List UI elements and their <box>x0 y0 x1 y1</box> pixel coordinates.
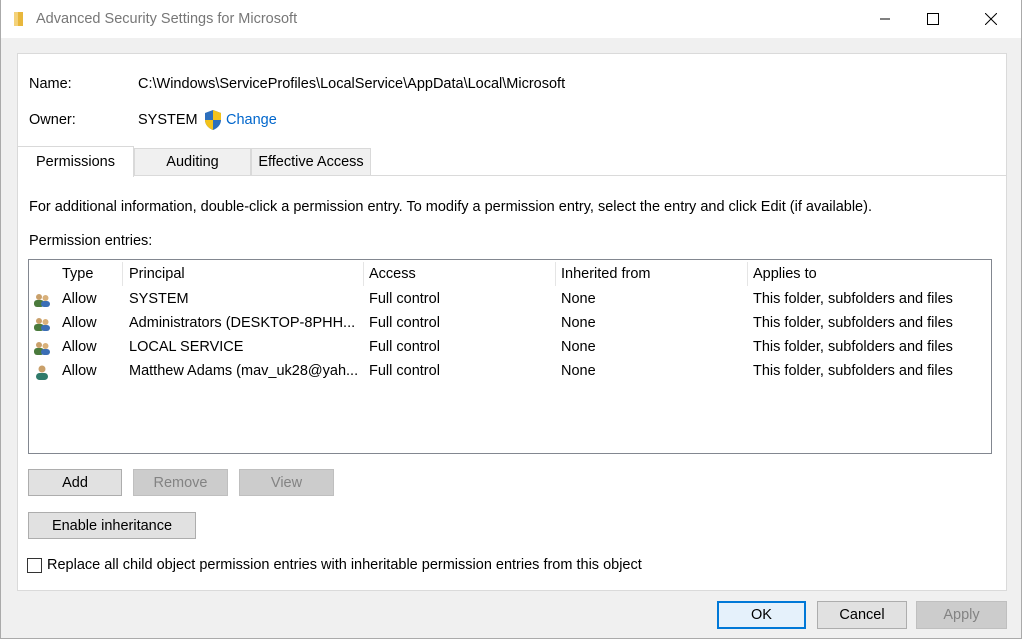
row-access: Full control <box>369 315 440 331</box>
row-applies-to: This folder, subfolders and files <box>753 315 953 331</box>
row-applies-to: This folder, subfolders and files <box>753 363 953 379</box>
tab-auditing[interactable]: Auditing <box>134 148 251 175</box>
column-separator[interactable] <box>122 262 123 286</box>
permission-row[interactable]: Allow LOCAL SERVICE Full control None Th… <box>29 336 991 360</box>
row-access: Full control <box>369 339 440 355</box>
replace-child-permissions-label[interactable]: Replace all child object permission entr… <box>47 557 642 573</box>
permission-entries-label: Permission entries: <box>29 233 153 249</box>
maximize-icon <box>927 13 939 25</box>
row-type: Allow <box>62 291 97 307</box>
close-icon <box>985 13 997 25</box>
permission-row[interactable]: Allow SYSTEM Full control None This fold… <box>29 288 991 312</box>
user-icon <box>36 365 48 380</box>
info-text: For additional information, double-click… <box>29 199 872 215</box>
row-type: Allow <box>62 315 97 331</box>
owner-value: SYSTEM <box>138 112 198 128</box>
tab-strip-divider <box>17 175 1006 176</box>
minimize-button[interactable] <box>862 0 908 38</box>
permission-entries-list[interactable]: Type Principal Access Inherited from App… <box>28 259 992 454</box>
group-users-icon <box>34 342 50 355</box>
row-applies-to: This folder, subfolders and files <box>753 339 953 355</box>
folder-icon <box>14 12 23 26</box>
column-header-access[interactable]: Access <box>364 266 554 286</box>
row-principal: Matthew Adams (mav_uk28@yah... <box>129 363 359 379</box>
row-inherited-from: None <box>561 291 596 307</box>
view-button[interactable]: View <box>239 469 334 496</box>
row-type: Allow <box>62 363 97 379</box>
uac-shield-icon <box>205 110 221 130</box>
cancel-button[interactable]: Cancel <box>817 601 907 629</box>
row-inherited-from: None <box>561 363 596 379</box>
object-path: C:\Windows\ServiceProfiles\LocalService\… <box>138 76 566 92</box>
permission-row[interactable]: Allow Administrators (DESKTOP-8PHH... Fu… <box>29 312 991 336</box>
owner-label: Owner: <box>29 112 76 128</box>
column-header-inherited-from[interactable]: Inherited from <box>556 266 746 286</box>
row-applies-to: This folder, subfolders and files <box>753 291 953 307</box>
maximize-button[interactable] <box>910 0 956 38</box>
column-header-principal[interactable]: Principal <box>124 266 364 286</box>
row-access: Full control <box>369 291 440 307</box>
row-principal: Administrators (DESKTOP-8PHH... <box>129 315 356 331</box>
change-owner-link[interactable]: Change <box>226 112 277 128</box>
row-principal: LOCAL SERVICE <box>129 339 244 355</box>
row-type: Allow <box>62 339 97 355</box>
name-label: Name: <box>29 76 72 92</box>
group-users-icon <box>34 318 50 331</box>
enable-inheritance-button[interactable]: Enable inheritance <box>28 512 196 539</box>
remove-button[interactable]: Remove <box>133 469 228 496</box>
ok-button[interactable]: OK <box>717 601 806 629</box>
group-users-icon <box>34 294 50 307</box>
close-button[interactable] <box>968 0 1014 38</box>
apply-button[interactable]: Apply <box>916 601 1007 629</box>
replace-child-permissions-checkbox[interactable] <box>27 558 42 573</box>
tab-effective-access[interactable]: Effective Access <box>251 148 371 175</box>
title-bar: Advanced Security Settings for Microsoft <box>0 0 1022 38</box>
row-access: Full control <box>369 363 440 379</box>
column-header-applies-to[interactable]: Applies to <box>748 266 988 286</box>
permission-row[interactable]: Allow Matthew Adams (mav_uk28@yah... Ful… <box>29 360 991 384</box>
add-button[interactable]: Add <box>28 469 122 496</box>
minimize-icon <box>880 18 890 20</box>
row-inherited-from: None <box>561 339 596 355</box>
row-principal: SYSTEM <box>129 291 189 307</box>
window-title: Advanced Security Settings for Microsoft <box>36 11 298 27</box>
tab-permissions[interactable]: Permissions <box>17 146 134 177</box>
row-inherited-from: None <box>561 315 596 331</box>
